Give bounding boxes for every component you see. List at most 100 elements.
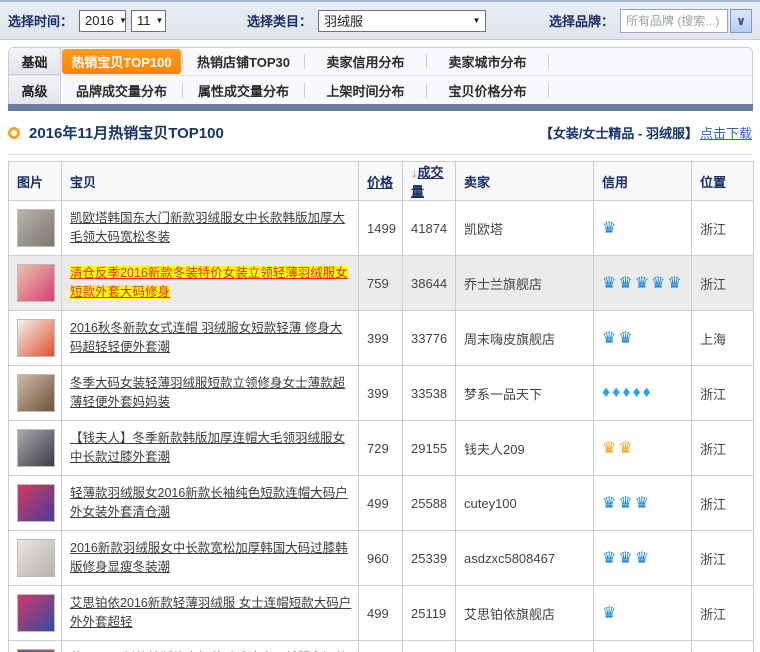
item-thumbnail[interactable] bbox=[17, 594, 55, 632]
blue-crown-icons: ♛ bbox=[602, 220, 618, 237]
tab-seller-credit-distribution[interactable]: 卖家信用分布 bbox=[305, 52, 426, 71]
header-price: 价格 bbox=[359, 162, 403, 201]
brand-search-input[interactable]: 所有品牌 (搜索...) bbox=[620, 9, 728, 33]
seller-location: 浙江 bbox=[700, 277, 726, 292]
item-title-cell: 【钱夫人】冬季新款韩版加厚连帽大毛领羽绒服女中长款过膝外套潮 bbox=[62, 421, 359, 476]
seller-location: 上海 bbox=[700, 332, 726, 347]
brand-dropdown-button[interactable]: ∨ bbox=[730, 9, 752, 33]
seller-credit-cell: ♛♛ bbox=[594, 421, 692, 476]
price-sort-link[interactable]: 价格 bbox=[367, 175, 393, 190]
section-header: 2016年11月热销宝贝TOP100 【女装/女士精品 - 羽绒服】 点击下载 bbox=[0, 111, 760, 154]
brand-filter: 所有品牌 (搜索...) ∨ bbox=[620, 9, 752, 33]
filter-bar: 选择时间： 2016 ▼ 11 ▼ 选择类目： 羽绒服 ▼ 选择品牌： 所有品牌… bbox=[0, 0, 760, 40]
item-title-link[interactable]: 【钱夫人】冬季新款韩版加厚连帽大毛领羽绒服女中长款过膝外套潮 bbox=[70, 431, 345, 464]
seller-name: 凯欧塔 bbox=[464, 222, 503, 237]
item-title-link[interactable]: 艾思铂依2016新款轻薄羽绒服 女士连帽短款大码户外外套超轻 bbox=[70, 596, 351, 629]
seller-name-cell: cutey100 bbox=[456, 476, 594, 531]
item-thumbnail-cell bbox=[9, 476, 62, 531]
time-filter-label: 选择时间： bbox=[8, 11, 73, 30]
item-title-link[interactable]: 冬季大码女装轻薄羽绒服短款立领修身女士薄款超薄轻便外套妈妈装 bbox=[70, 376, 345, 409]
item-thumbnail[interactable] bbox=[17, 374, 55, 412]
item-thumbnail-cell bbox=[9, 586, 62, 641]
table-row: 【钱夫人】冬季新款韩版加厚连帽大毛领羽绒服女中长款过膝外套潮72929155钱夫… bbox=[9, 421, 754, 476]
tab-brand-volume-distribution[interactable]: 品牌成交量分布 bbox=[61, 81, 182, 100]
tab-hot-shops-top30[interactable]: 热销店铺TOP30 bbox=[183, 52, 304, 71]
seller-location: 浙江 bbox=[700, 387, 726, 402]
table-row: 冬季大码女装轻薄羽绒服短款立领修身女士薄款超薄轻便外套妈妈装39933538梦系… bbox=[9, 366, 754, 421]
tab-item-price-distribution[interactable]: 宝贝价格分布 bbox=[427, 81, 548, 100]
category-select[interactable]: 羽绒服 ▼ bbox=[318, 10, 486, 32]
seller-location: 浙江 bbox=[700, 552, 726, 567]
seller-credit-cell: ♛♛ bbox=[594, 311, 692, 366]
hot-items-table: 图片 宝贝 价格 ↓成交量 卖家 信用 位置 凯欧塔韩国东大门新款羽绒服女中长款… bbox=[8, 161, 754, 652]
header-credit: 信用 bbox=[594, 162, 692, 201]
item-title-cell: 2016秋冬新款女式连帽 羽绒服女短款轻薄 修身大码超轻轻便外套潮 bbox=[62, 311, 359, 366]
item-volume: 29155 bbox=[411, 441, 447, 456]
seller-name: cutey100 bbox=[464, 496, 517, 511]
active-tab-pill[interactable]: 热销宝贝TOP100 bbox=[62, 49, 180, 74]
header-location: 位置 bbox=[692, 162, 754, 201]
category-select-value: 羽绒服 bbox=[324, 11, 363, 30]
item-volume-cell: 25119 bbox=[403, 586, 456, 641]
item-thumbnail[interactable] bbox=[17, 484, 55, 522]
seller-location: 浙江 bbox=[700, 607, 726, 622]
month-select-value: 11 bbox=[137, 13, 151, 28]
chevron-down-icon: ∨ bbox=[736, 14, 746, 28]
item-title-cell: 冬季大码女装轻薄羽绒服短款立领修身女士薄款超薄轻便外套妈妈装 bbox=[62, 366, 359, 421]
item-thumbnail[interactable] bbox=[17, 319, 55, 357]
item-thumbnail[interactable] bbox=[17, 209, 55, 247]
seller-credit-cell: ♛♛♛ bbox=[594, 476, 692, 531]
item-thumbnail-cell bbox=[9, 256, 62, 311]
seller-name-cell: 钱夫人209 bbox=[456, 421, 594, 476]
caret-down-icon: ▼ bbox=[473, 16, 481, 25]
item-thumbnail[interactable] bbox=[17, 264, 55, 302]
tab-attribute-volume-distribution[interactable]: 属性成交量分布 bbox=[183, 81, 304, 100]
table-row: 2016新款羽绒服女中长款宽松加厚韩国大码过膝韩版修身显瘦冬装潮96025339… bbox=[9, 531, 754, 586]
item-title-link[interactable]: 凯欧塔韩国东大门新款羽绒服女中长款韩版加厚大毛领大码宽松冬装 bbox=[70, 211, 345, 244]
month-select[interactable]: 11 ▼ bbox=[131, 10, 166, 32]
caret-down-icon: ▼ bbox=[119, 16, 127, 25]
tab-listing-time-distribution[interactable]: 上架时间分布 bbox=[305, 81, 426, 100]
item-price: 499 bbox=[367, 606, 389, 621]
seller-name: 艾思铂依旗舰店 bbox=[464, 607, 555, 622]
divider bbox=[8, 154, 752, 155]
item-title-link[interactable]: 清仓反季2016新款冬装特价女装立领轻薄羽绒服女短款外套大码修身 bbox=[70, 266, 348, 299]
item-volume-cell: 25339 bbox=[403, 531, 456, 586]
table-row: 凯欧塔韩国东大门新款羽绒服女中长款韩版加厚大毛领大码宽松冬装149941874凯… bbox=[9, 201, 754, 256]
item-volume: 25339 bbox=[411, 551, 447, 566]
item-volume: 25119 bbox=[411, 606, 446, 621]
item-title-link[interactable]: 2016新款羽绒服女中长款宽松加厚韩国大码过膝韩版修身显瘦冬装潮 bbox=[70, 541, 348, 574]
item-title-cell: 艾思铂依2016新款轻薄羽绒服 女士连帽短款大码户外外套超轻 bbox=[62, 586, 359, 641]
seller-name-cell bbox=[456, 641, 594, 652]
brand-filter-label: 选择品牌： bbox=[549, 11, 614, 30]
seller-name-cell: 凯欧塔 bbox=[456, 201, 594, 256]
item-volume: 25588 bbox=[411, 496, 447, 511]
tab-hot-items-top100[interactable]: 热销宝贝TOP100 bbox=[61, 49, 182, 74]
download-link[interactable]: 点击下载 bbox=[700, 123, 752, 142]
header-volume: ↓成交量 bbox=[403, 162, 456, 201]
year-select[interactable]: 2016 ▼ bbox=[79, 10, 126, 32]
item-title-cell: 茄田2016新款韩版修身轻薄反季清仓羽绒服女短款连 bbox=[62, 641, 359, 652]
table-row: 轻薄款羽绒服女2016新款长袖纯色短款连帽大码户外女装外套清仓潮49925588… bbox=[9, 476, 754, 531]
item-thumbnail-cell bbox=[9, 641, 62, 652]
item-price: 399 bbox=[367, 331, 389, 346]
item-volume-cell: 25588 bbox=[403, 476, 456, 531]
header-image: 图片 bbox=[9, 162, 62, 201]
item-thumbnail-cell bbox=[9, 311, 62, 366]
seller-name: 梦系一品天下 bbox=[464, 387, 542, 402]
item-title-link[interactable]: 2016秋冬新款女式连帽 羽绒服女短款轻薄 修身大码超轻轻便外套潮 bbox=[70, 321, 342, 354]
item-title-link[interactable]: 轻薄款羽绒服女2016新款长袖纯色短款连帽大码户外女装外套清仓潮 bbox=[70, 486, 348, 519]
item-title-cell: 清仓反季2016新款冬装特价女装立领轻薄羽绒服女短款外套大码修身 bbox=[62, 256, 359, 311]
year-select-value: 2016 bbox=[85, 13, 114, 28]
item-title-cell: 2016新款羽绒服女中长款宽松加厚韩国大码过膝韩版修身显瘦冬装潮 bbox=[62, 531, 359, 586]
item-thumbnail-cell bbox=[9, 421, 62, 476]
category-filter-label: 选择类目： bbox=[247, 11, 312, 30]
tab-seller-city-distribution[interactable]: 卖家城市分布 bbox=[427, 52, 548, 71]
table-row: 茄田2016新款韩版修身轻薄反季清仓羽绒服女短款连♛♛ bbox=[9, 641, 754, 652]
seller-location-cell: 浙江 bbox=[692, 586, 754, 641]
item-volume: 38644 bbox=[411, 276, 447, 291]
item-thumbnail[interactable] bbox=[17, 539, 55, 577]
seller-location-cell: 浙江 bbox=[692, 256, 754, 311]
item-thumbnail[interactable] bbox=[17, 429, 55, 467]
blue-crown-icons: ♛♛♛ bbox=[602, 495, 651, 512]
